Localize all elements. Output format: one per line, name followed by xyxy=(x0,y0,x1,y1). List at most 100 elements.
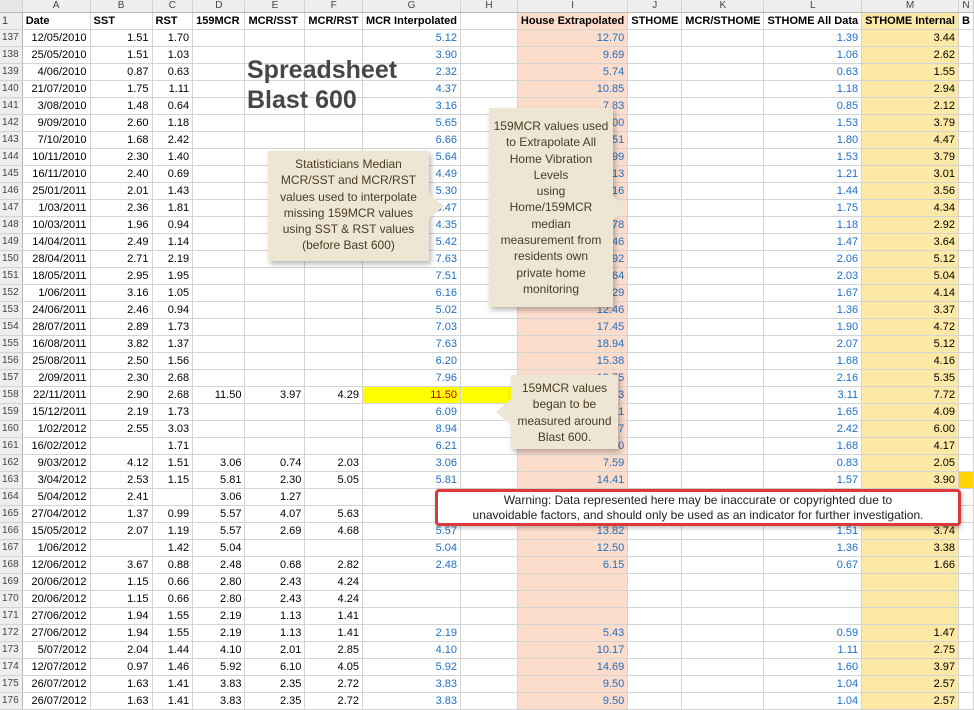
sst-cell[interactable]: 2.01 xyxy=(90,182,153,200)
row-number[interactable]: 145 xyxy=(0,165,23,183)
mcr-sthome-cell[interactable] xyxy=(681,182,765,200)
mcr-rst-cell[interactable] xyxy=(304,539,363,557)
rst-cell[interactable]: 1.18 xyxy=(152,114,194,132)
column-header-m[interactable]: M xyxy=(861,0,959,13)
header-cell[interactable]: House Extrapolated xyxy=(517,12,629,30)
column-header-f[interactable]: F xyxy=(304,0,363,13)
rst-cell[interactable]: 0.63 xyxy=(152,63,194,81)
rst-cell[interactable]: 2.68 xyxy=(152,386,194,404)
mcr-sthome-cell[interactable] xyxy=(681,335,765,353)
mcr-cell[interactable]: 5.81 xyxy=(192,471,246,489)
row-number[interactable]: 156 xyxy=(0,352,23,370)
sthome-internal-cell[interactable]: 5.12 xyxy=(861,335,959,353)
mcr-rst-cell[interactable] xyxy=(304,114,363,132)
mcr-cell[interactable] xyxy=(192,403,246,421)
sthome-all-cell[interactable]: 1.04 xyxy=(763,692,863,710)
sthome-internal-cell[interactable] xyxy=(861,607,959,625)
mcr-cell[interactable] xyxy=(192,250,246,268)
mcr-sthome-cell[interactable] xyxy=(681,607,765,625)
sthome-all-cell[interactable] xyxy=(763,590,863,608)
date-cell[interactable]: 7/10/2010 xyxy=(22,131,91,149)
mcr-rst-cell[interactable]: 4.05 xyxy=(304,658,363,676)
row-number[interactable]: 162 xyxy=(0,454,23,472)
sthome-all-cell[interactable]: 1.68 xyxy=(763,437,863,455)
date-cell[interactable]: 1/06/2011 xyxy=(22,284,91,302)
row-number[interactable]: 138 xyxy=(0,46,23,64)
row-number[interactable]: 176 xyxy=(0,692,23,710)
rst-cell[interactable]: 1.73 xyxy=(152,403,194,421)
sthome-cell[interactable] xyxy=(627,573,683,591)
mcr-sthome-cell[interactable] xyxy=(681,29,765,47)
sthome-internal-cell[interactable]: 4.09 xyxy=(861,403,959,421)
sthome-all-cell[interactable]: 1.04 xyxy=(763,675,863,693)
sst-cell[interactable]: 2.07 xyxy=(90,522,153,540)
sthome-all-cell[interactable]: 1.53 xyxy=(763,148,863,166)
mcr-sst-cell[interactable] xyxy=(244,284,306,302)
rst-cell[interactable]: 1.40 xyxy=(152,148,194,166)
sthome-internal-cell[interactable]: 2.57 xyxy=(861,675,959,693)
sst-cell[interactable]: 1.94 xyxy=(90,607,153,625)
sthome-internal-cell[interactable]: 3.79 xyxy=(861,148,959,166)
sthome-internal-cell[interactable]: 7.72 xyxy=(861,386,959,404)
overflow-cell[interactable] xyxy=(958,624,974,642)
sst-cell[interactable]: 1.15 xyxy=(90,590,153,608)
mcr-sthome-cell[interactable] xyxy=(681,63,765,81)
date-cell[interactable]: 18/05/2011 xyxy=(22,267,91,285)
mcr-cell[interactable]: 3.83 xyxy=(192,675,246,693)
mcr-cell[interactable]: 5.92 xyxy=(192,658,246,676)
sthome-all-cell[interactable]: 1.80 xyxy=(763,131,863,149)
rst-cell[interactable]: 1.73 xyxy=(152,318,194,336)
mcr-sst-cell[interactable]: 2.01 xyxy=(244,641,306,659)
mcr-interpolated-cell[interactable]: 11.50 xyxy=(362,386,462,404)
overflow-cell[interactable] xyxy=(958,437,974,455)
mcr-sst-cell[interactable] xyxy=(244,29,306,47)
rst-cell[interactable] xyxy=(152,488,194,506)
sthome-internal-cell[interactable]: 4.17 xyxy=(861,437,959,455)
rst-cell[interactable]: 0.66 xyxy=(152,590,194,608)
house-extrapolated-cell[interactable]: 6.15 xyxy=(517,556,629,574)
sthome-internal-cell[interactable]: 2.57 xyxy=(861,692,959,710)
date-cell[interactable]: 16/11/2010 xyxy=(22,165,91,183)
row-number[interactable]: 159 xyxy=(0,403,23,421)
sst-cell[interactable]: 2.36 xyxy=(90,199,153,217)
mcr-rst-cell[interactable]: 2.85 xyxy=(304,641,363,659)
mcr-cell[interactable] xyxy=(192,97,246,115)
overflow-cell[interactable] xyxy=(958,454,974,472)
mcr-cell[interactable]: 3.06 xyxy=(192,488,246,506)
mcr-cell[interactable] xyxy=(192,318,246,336)
mcr-interpolated-cell[interactable]: 5.04 xyxy=(362,539,462,557)
sthome-cell[interactable] xyxy=(627,80,683,98)
rst-cell[interactable]: 0.94 xyxy=(152,301,194,319)
sthome-all-cell[interactable]: 2.07 xyxy=(763,335,863,353)
date-cell[interactable]: 3/08/2010 xyxy=(22,97,91,115)
sthome-all-cell[interactable]: 1.75 xyxy=(763,199,863,217)
sst-cell[interactable]: 2.41 xyxy=(90,488,153,506)
sthome-all-cell[interactable] xyxy=(763,607,863,625)
sthome-cell[interactable] xyxy=(627,114,683,132)
sthome-internal-cell[interactable] xyxy=(861,590,959,608)
overflow-cell[interactable] xyxy=(958,556,974,574)
sst-cell[interactable]: 1.75 xyxy=(90,80,153,98)
mcr-interpolated-cell[interactable] xyxy=(362,590,462,608)
house-extrapolated-cell[interactable]: 5.74 xyxy=(517,63,629,81)
overflow-cell[interactable] xyxy=(958,199,974,217)
sthome-internal-cell[interactable]: 3.38 xyxy=(861,539,959,557)
empty-cell[interactable] xyxy=(460,641,518,659)
date-cell[interactable]: 20/06/2012 xyxy=(22,573,91,591)
mcr-interpolated-cell[interactable]: 3.83 xyxy=(362,675,462,693)
mcr-interpolated-cell[interactable]: 5.12 xyxy=(362,29,462,47)
overflow-cell[interactable] xyxy=(958,80,974,98)
rst-cell[interactable]: 1.81 xyxy=(152,199,194,217)
sthome-internal-cell[interactable]: 4.34 xyxy=(861,199,959,217)
empty-cell[interactable] xyxy=(460,624,518,642)
sthome-internal-cell[interactable]: 3.64 xyxy=(861,233,959,251)
date-cell[interactable]: 4/06/2010 xyxy=(22,63,91,81)
rst-cell[interactable]: 1.44 xyxy=(152,641,194,659)
mcr-cell[interactable] xyxy=(192,131,246,149)
overflow-cell[interactable] xyxy=(958,182,974,200)
rst-cell[interactable]: 1.41 xyxy=(152,692,194,710)
sthome-all-cell[interactable]: 2.06 xyxy=(763,250,863,268)
sthome-cell[interactable] xyxy=(627,335,683,353)
mcr-rst-cell[interactable]: 2.82 xyxy=(304,556,363,574)
sthome-cell[interactable] xyxy=(627,284,683,302)
